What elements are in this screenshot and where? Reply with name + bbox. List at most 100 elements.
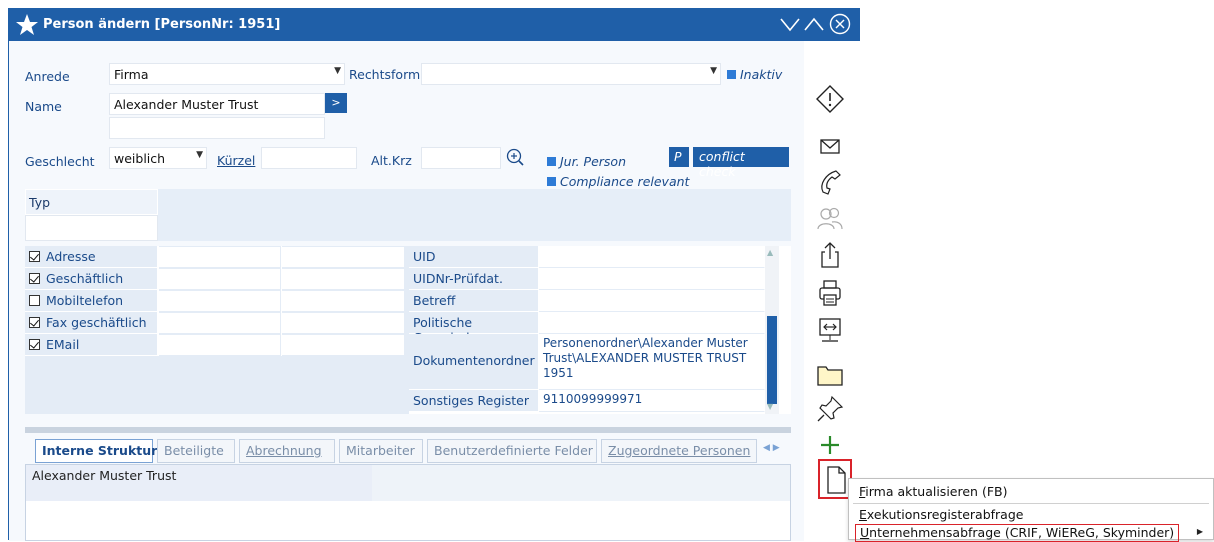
kuerzel-field[interactable]: [261, 147, 357, 169]
contact-value-cell[interactable]: [158, 334, 281, 356]
contact-checkbox[interactable]: [29, 273, 40, 284]
document-icon: [827, 466, 846, 494]
inaktiv-label: Inaktiv: [740, 67, 783, 82]
p-button[interactable]: P: [669, 147, 689, 167]
expand-icon[interactable]: [803, 13, 825, 35]
inaktiv-checkbox[interactable]: Inaktiv: [727, 67, 782, 82]
detail-value[interactable]: [539, 246, 765, 268]
detail-label: Politische Gemeinde: [409, 312, 539, 345]
detail-label: Betreff: [409, 290, 539, 312]
name-label: Name: [25, 99, 62, 114]
details-scrollbar[interactable]: ▲ ▼: [765, 246, 779, 414]
document-button[interactable]: [818, 459, 852, 499]
submenu-arrow-icon: ▶: [1196, 527, 1203, 536]
anrede-label: Anrede: [25, 69, 70, 84]
detail-value[interactable]: [539, 268, 765, 290]
geschlecht-label: Geschlecht: [25, 154, 95, 169]
name-field[interactable]: Alexander Muster Trust: [109, 93, 325, 115]
rechtsform-select[interactable]: ▼: [421, 63, 721, 85]
contact-label: Mobiltelefon: [46, 293, 124, 308]
tab-abrechnung[interactable]: Abrechnung: [239, 439, 335, 463]
share-icon[interactable]: [814, 239, 846, 271]
rechtsform-label: Rechtsform: [349, 67, 421, 82]
jur-person-checkbox[interactable]: Jur. Person: [547, 154, 626, 169]
contact-label: Adresse: [46, 249, 96, 264]
folder-icon[interactable]: [814, 358, 846, 390]
contact-label: EMail: [46, 337, 80, 352]
transfer-icon[interactable]: [814, 314, 846, 346]
contact-value-cell[interactable]: [281, 268, 405, 290]
contact-row[interactable]: Mobiltelefon: [25, 290, 158, 312]
contact-checkbox[interactable]: [29, 251, 40, 262]
geschlecht-select[interactable]: weiblich ▼: [109, 147, 207, 169]
contact-row[interactable]: Geschäftlich: [25, 268, 158, 290]
contact-value-cell[interactable]: [158, 290, 281, 312]
person-form: Anrede Firma ▼ Rechtsform ▼ Inaktiv Name…: [9, 41, 804, 541]
contact-row[interactable]: Adresse: [25, 246, 158, 268]
anrede-value: Firma: [114, 67, 149, 82]
dropdown-arrow-icon: ▼: [334, 66, 341, 76]
menu-item-label: irma aktualisieren (FB): [865, 484, 1008, 499]
mail-icon[interactable]: [814, 131, 846, 163]
splitter[interactable]: [25, 427, 791, 433]
menu-divider: [853, 503, 1209, 504]
pin-icon[interactable]: [814, 393, 846, 425]
structure-row[interactable]: Alexander Muster Trust: [26, 465, 372, 501]
contact-value-cell[interactable]: [158, 268, 281, 290]
add-icon[interactable]: [814, 429, 846, 461]
menu-item-unternehmensabfrage[interactable]: Unternehmensabfrage (CRIF, WiEReG, Skymi…: [855, 524, 1180, 542]
compliance-label: Compliance relevant: [560, 174, 690, 189]
name-expand-button[interactable]: >: [325, 93, 347, 113]
detail-label: UIDNr-Prüfdat.: [409, 268, 539, 290]
tab-beteiligte[interactable]: Beteiligte: [157, 439, 235, 463]
name2-field[interactable]: [109, 117, 325, 139]
tab-benutzerdefinierte-felder[interactable]: Benutzerdefinierte Felder: [427, 439, 597, 463]
detail-label: Sonstiges Register: [409, 390, 539, 412]
person-edit-window: Person ändern [PersonNr: 1951] Anrede Fi…: [8, 8, 861, 541]
detail-value[interactable]: [539, 290, 765, 312]
contact-value-cell[interactable]: [158, 246, 281, 268]
altkrz-label: Alt.Krz: [371, 153, 412, 168]
phone-icon[interactable]: [814, 166, 846, 198]
contact-value-cell[interactable]: [281, 334, 405, 356]
window-title: Person ändern [PersonNr: 1951]: [43, 17, 281, 32]
altkrz-field[interactable]: [421, 147, 501, 169]
contact-row[interactable]: EMail: [25, 334, 158, 356]
warning-icon[interactable]: [814, 83, 846, 115]
tab-zugeordnete-personen[interactable]: Zugeordnete Personen: [601, 439, 757, 463]
kuerzel-label: Kürzel: [217, 153, 256, 168]
contact-value-cell[interactable]: [281, 246, 405, 268]
detail-value[interactable]: 9110099999971: [539, 390, 765, 412]
detail-value[interactable]: Personenordner\Alexander Muster Trust\AL…: [539, 334, 765, 390]
anrede-select[interactable]: Firma ▼: [109, 63, 345, 85]
typ-header: Typ: [25, 189, 158, 215]
menu-item-firma-aktualisieren[interactable]: Firma aktualisieren (FB): [859, 484, 1007, 499]
compliance-checkbox[interactable]: Compliance relevant: [547, 174, 689, 189]
search-icon[interactable]: [505, 147, 525, 167]
tab-scroll-arrows-icon[interactable]: ◀ ▶: [763, 443, 780, 453]
contact-value-cell[interactable]: [158, 312, 281, 334]
star-icon[interactable]: [15, 13, 39, 37]
print-icon[interactable]: [814, 277, 846, 309]
menu-item-label: nternehmensabfrage (CRIF, WiEReG, Skymin…: [869, 525, 1175, 540]
contact-checkbox[interactable]: [29, 317, 40, 328]
detail-value[interactable]: [539, 312, 765, 334]
collapse-icon[interactable]: [779, 13, 801, 35]
menu-item-exekutionsregister[interactable]: Exekutionsregisterabfrage: [859, 507, 1023, 522]
geschlecht-value: weiblich: [114, 151, 166, 166]
contact-row[interactable]: Fax geschäftlich: [25, 312, 158, 334]
contact-value-cell[interactable]: [281, 312, 405, 334]
contact-checkbox[interactable]: [29, 339, 40, 350]
title-bar: Person ändern [PersonNr: 1951]: [9, 9, 859, 41]
contact-label: Geschäftlich: [46, 271, 124, 286]
contact-value-cell[interactable]: [281, 290, 405, 312]
tab-mitarbeiter[interactable]: Mitarbeiter: [339, 439, 423, 463]
typ-field[interactable]: [25, 215, 158, 241]
menu-item-label: xekutionsregisterabfrage: [866, 507, 1024, 522]
close-icon[interactable]: [829, 13, 851, 35]
detail-label: Dokumentenordner: [409, 334, 539, 390]
contact-checkbox[interactable]: [29, 295, 40, 306]
tab-interne-struktur[interactable]: Interne Struktur: [35, 439, 157, 463]
conflict-check-button[interactable]: conflict check: [693, 147, 789, 179]
persons-icon[interactable]: [814, 203, 846, 235]
